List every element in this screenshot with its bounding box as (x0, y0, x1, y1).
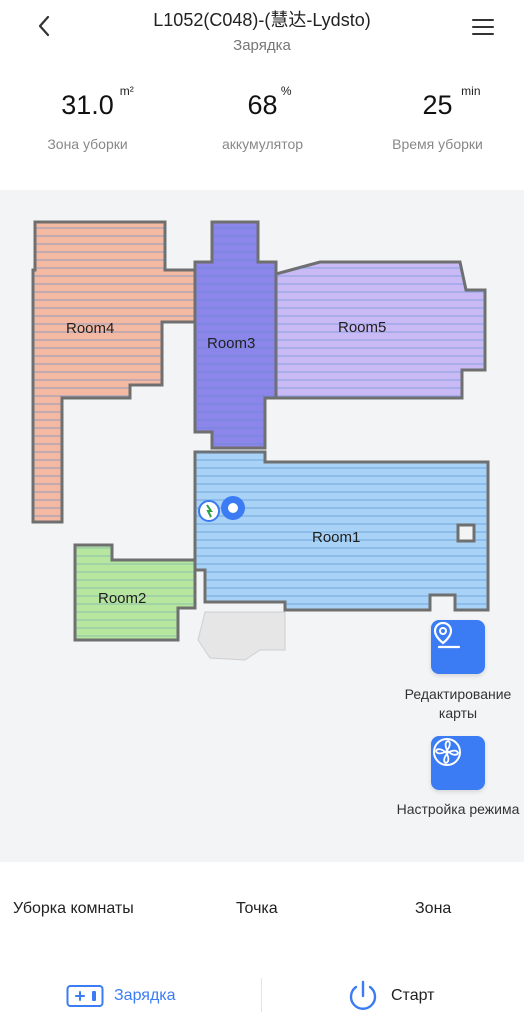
device-title: L1052(C048)-(慧达-Lydsto) (153, 10, 371, 30)
cleaning-mode-bar: Уборка комнаты Точка Зона (0, 862, 524, 958)
menu-button[interactable] (468, 12, 498, 42)
start-label: Старт (391, 987, 435, 1004)
bottom-action-bar: Зарядка Старт (0, 958, 524, 1024)
edit-map-button[interactable] (431, 620, 485, 674)
power-icon (349, 980, 377, 1010)
stat-area: 31.0 m² Зона уборки (0, 80, 175, 152)
charge-button[interactable]: Зарядка (66, 978, 176, 1014)
stat-area-value: 31.0 (61, 90, 114, 120)
room2-area[interactable] (73, 543, 197, 642)
top-bar: L1052(C048)-(慧达-Lydsto) Зарядка (0, 0, 524, 66)
room3-area[interactable] (193, 220, 278, 450)
robot-icon (221, 496, 245, 520)
fan-icon (433, 738, 461, 766)
stat-time: 25 min Время уборки (350, 80, 524, 152)
stats-panel: 31.0 m² Зона уборки 68 % аккумулятор 25 … (0, 80, 524, 180)
bottom-divider (261, 978, 262, 1012)
mode-spot[interactable]: Точка (236, 900, 278, 918)
mode-zone[interactable]: Зона (415, 900, 451, 918)
stat-area-label: Зона уборки (47, 136, 128, 152)
room5-area[interactable] (274, 260, 487, 400)
mode-room-cleaning[interactable]: Уборка комнаты (13, 900, 134, 918)
hamburger-icon (468, 12, 498, 42)
unmapped-area (197, 611, 286, 661)
stat-time-value: 25 (422, 90, 453, 120)
device-status: Зарядка (233, 37, 291, 54)
map-pin-icon (433, 621, 461, 649)
cleaning-map[interactable]: Room4 Room3 Room5 Room1 Room2 Редактиров… (0, 190, 524, 862)
room1-area[interactable] (193, 450, 490, 612)
charge-label: Зарядка (114, 987, 176, 1004)
mode-settings-label: Настройка режима (396, 801, 520, 817)
stat-time-unit: min (461, 84, 481, 98)
stat-time-label: Время уборки (392, 136, 483, 152)
stat-battery: 68 % аккумулятор (175, 80, 350, 152)
dock-icon (66, 985, 104, 1007)
stat-area-unit: m² (119, 84, 134, 98)
edit-map-label: Редактирование карты (404, 686, 512, 721)
start-button[interactable]: Старт (345, 978, 434, 1014)
stat-battery-value: 68 (247, 90, 278, 120)
charging-dock-icon (198, 500, 220, 522)
mode-settings-button[interactable] (431, 736, 485, 790)
stat-battery-label: аккумулятор (221, 136, 304, 152)
stat-battery-unit: % (280, 84, 292, 98)
room4-area[interactable] (31, 220, 197, 524)
